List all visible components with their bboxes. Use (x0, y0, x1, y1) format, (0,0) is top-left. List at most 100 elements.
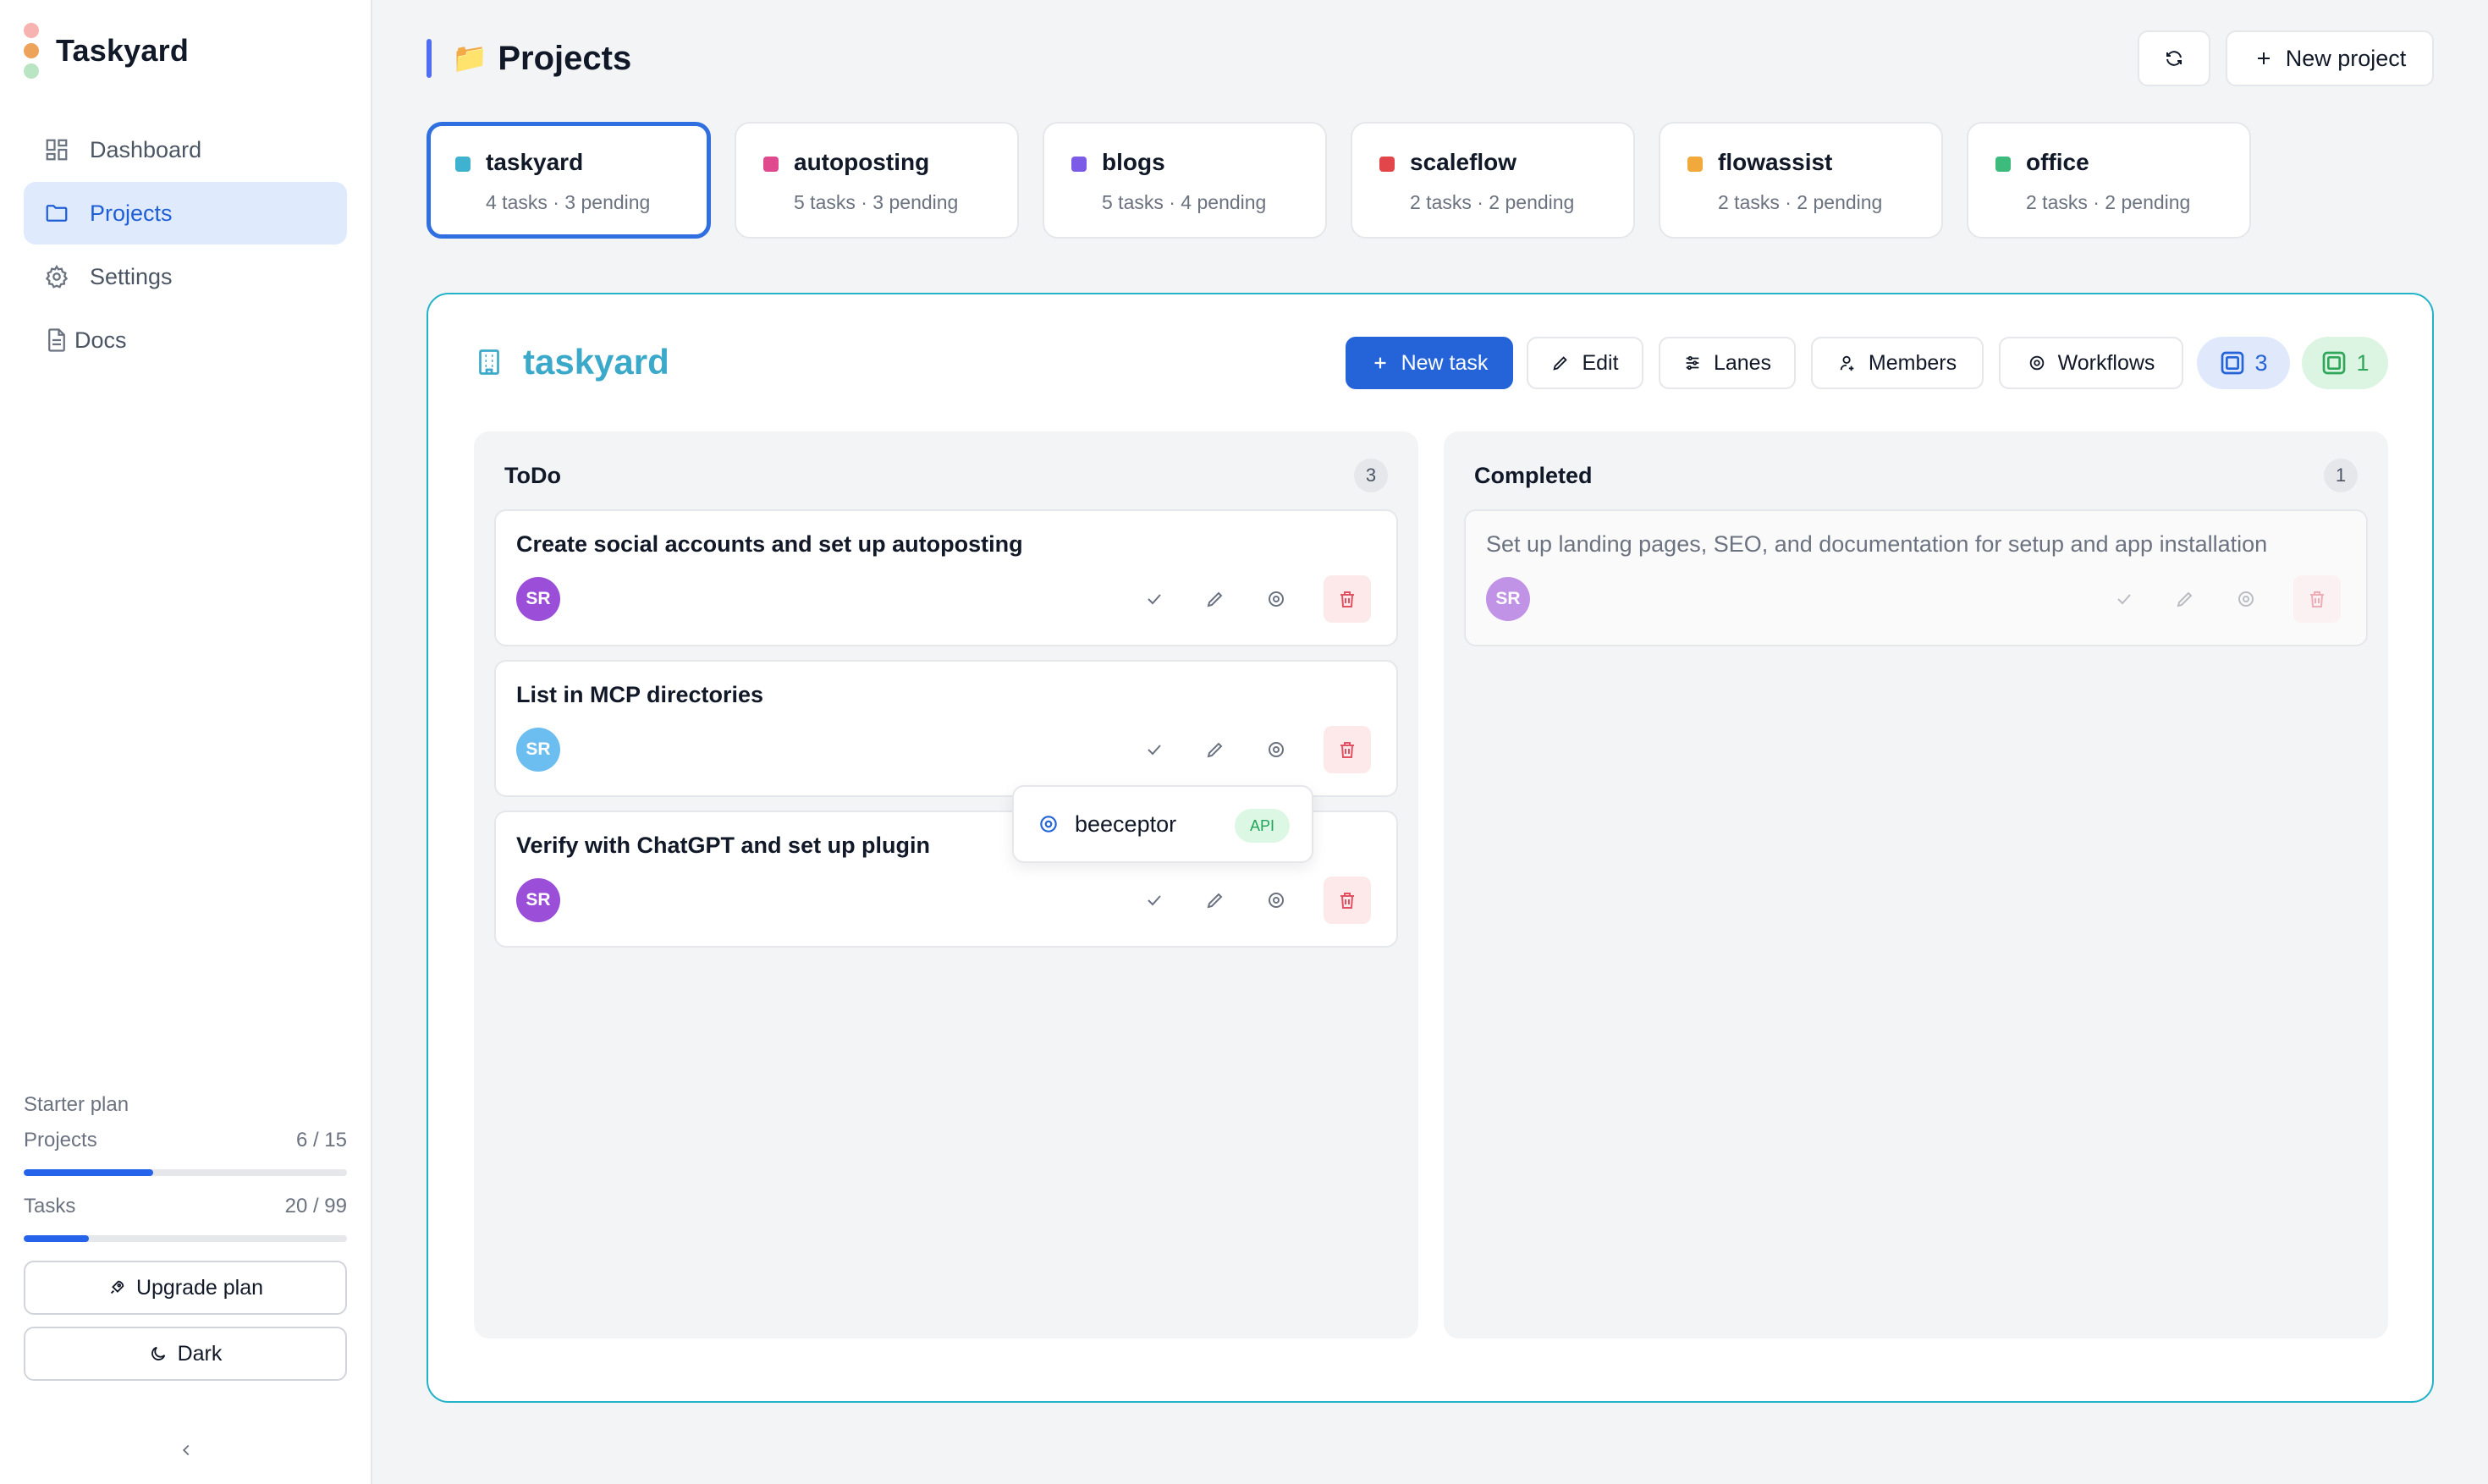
open-tasks-badge[interactable]: 3 (2197, 337, 2290, 389)
sidebar-item-dashboard[interactable]: Dashboard (24, 118, 347, 181)
project-name: scaleflow (1410, 149, 1517, 175)
edit-project-button[interactable]: Edit (1527, 337, 1643, 389)
task-workflow-button[interactable] (1252, 575, 1300, 623)
tasks-quota-value: 20 / 99 (284, 1195, 347, 1217)
task-workflow-button[interactable] (2222, 575, 2270, 623)
sidebar-item-label: Projects (90, 200, 173, 226)
new-task-button[interactable]: New task (1346, 337, 1513, 389)
task-title: Verify with ChatGPT and set up plugin (516, 833, 931, 858)
project-name: blogs (1102, 149, 1165, 175)
trash-icon (1340, 893, 1354, 909)
project-card-office[interactable]: office 2 tasks · 2 pending (1967, 122, 2251, 239)
workflow-popup[interactable]: beeceptor API (1012, 785, 1313, 863)
new-project-button[interactable]: New project (2226, 30, 2434, 86)
lane-todo: ToDo 3 Create social accounts and set up… (474, 431, 1418, 1338)
project-color-dot (1071, 157, 1087, 172)
plan-title: Starter plan (24, 1093, 129, 1116)
avatar[interactable]: SR (1486, 577, 1530, 621)
workflows-label: Workflows (2057, 350, 2155, 375)
task-card[interactable]: List in MCP directories SR (494, 660, 1398, 797)
refresh-icon (2166, 51, 2182, 66)
project-color-dot (1995, 157, 2011, 172)
trash-icon (2310, 591, 2324, 607)
tasks-quota: Tasks 20 / 99 (24, 1195, 347, 1218)
project-name: taskyard (486, 149, 584, 175)
project-card-blogs[interactable]: blogs 5 tasks · 4 pending (1043, 122, 1327, 239)
edit-task-button[interactable] (1192, 575, 1239, 623)
complete-task-button[interactable] (1131, 877, 1178, 924)
task-title: Set up landing pages, SEO, and documenta… (1486, 531, 2268, 557)
task-card[interactable]: Create social accounts and set up autopo… (494, 509, 1398, 646)
gear-icon (42, 262, 71, 291)
title-accent-bar (427, 39, 432, 78)
new-task-label: New task (1401, 350, 1489, 375)
trash-icon (1340, 742, 1354, 758)
folder-icon (42, 199, 71, 228)
members-button[interactable]: Members (1811, 337, 1984, 389)
delete-task-button[interactable] (1324, 575, 1371, 623)
lane-title: Completed (1474, 462, 1593, 488)
pencil-icon (1207, 893, 1223, 909)
lanes-label: Lanes (1713, 350, 1772, 375)
task-title: List in MCP directories (516, 682, 764, 707)
edit-task-button[interactable] (1192, 877, 1239, 924)
folder-emoji-icon: 📁 (452, 42, 488, 74)
sidebar-item-docs[interactable]: Docs (24, 309, 347, 371)
collapse-sidebar-button[interactable] (174, 1438, 198, 1462)
check-icon (2117, 594, 2131, 605)
gear-icon (2029, 355, 2044, 371)
sliders-icon (1686, 355, 1699, 371)
projects-quota-fill (24, 1169, 153, 1176)
project-card-scaleflow[interactable]: scaleflow 2 tasks · 2 pending (1351, 122, 1635, 239)
edit-task-button[interactable] (1192, 726, 1239, 773)
complete-task-button[interactable] (1131, 575, 1178, 623)
delete-task-button[interactable] (1324, 726, 1371, 773)
projects-quota-label: Projects (24, 1129, 97, 1151)
plus-icon (2257, 52, 2270, 64)
sidebar-item-projects[interactable]: Projects (24, 182, 347, 245)
project-meta: 4 tasks · 3 pending (486, 191, 651, 213)
task-workflow-button[interactable] (1252, 726, 1300, 773)
refresh-button[interactable] (2138, 30, 2210, 86)
delete-task-button[interactable] (1324, 877, 1371, 924)
complete-task-button[interactable] (2100, 575, 2148, 623)
task-workflow-button[interactable] (1252, 877, 1300, 924)
upgrade-plan-button[interactable]: Upgrade plan (24, 1261, 347, 1315)
projects-quota: Projects 6 / 15 (24, 1129, 347, 1152)
done-tasks-badge[interactable]: 1 (2302, 337, 2388, 389)
gear-icon (2238, 591, 2254, 607)
upgrade-plan-label: Upgrade plan (135, 1275, 264, 1300)
task-card[interactable]: Set up landing pages, SEO, and documenta… (1464, 509, 2368, 646)
lane-header: Completed 1 (1474, 459, 2358, 492)
new-project-label: New project (2285, 45, 2407, 71)
project-card-taskyard[interactable]: taskyard 4 tasks · 3 pending (427, 122, 711, 239)
dark-mode-button[interactable]: Dark (24, 1327, 347, 1381)
pencil-icon (1207, 742, 1223, 758)
project-name: autoposting (794, 149, 930, 175)
brand[interactable]: Taskyard (24, 19, 189, 83)
lane-count: 1 (2324, 459, 2358, 492)
project-meta: 2 tasks · 2 pending (1410, 191, 1575, 213)
sidebar-item-settings[interactable]: Settings (24, 245, 347, 308)
brand-name: Taskyard (56, 33, 190, 68)
projects-quota-value: 6 / 15 (295, 1129, 347, 1151)
lane-header: ToDo 3 (504, 459, 1388, 492)
avatar[interactable]: SR (516, 878, 560, 922)
sidebar: Taskyard Dashboard Projects Settings Doc… (0, 0, 372, 1484)
avatar[interactable]: SR (516, 728, 560, 772)
delete-task-button[interactable] (2293, 575, 2341, 623)
avatar[interactable]: SR (516, 577, 560, 621)
lanes-button[interactable]: Lanes (1659, 337, 1796, 389)
project-card-flowassist[interactable]: flowassist 2 tasks · 2 pending (1659, 122, 1943, 239)
plus-icon (1374, 357, 1386, 369)
complete-task-button[interactable] (1131, 726, 1178, 773)
project-color-dot (763, 157, 779, 172)
project-card-autoposting[interactable]: autoposting 5 tasks · 3 pending (735, 122, 1019, 239)
project-color-dot (1687, 157, 1703, 172)
trash-icon (1340, 591, 1354, 607)
edit-task-button[interactable] (2161, 575, 2209, 623)
lane-completed: Completed 1 Set up landing pages, SEO, a… (1444, 431, 2388, 1338)
workflows-button[interactable]: Workflows (1999, 337, 2183, 389)
api-badge: API (1234, 809, 1290, 843)
project-color-dot (455, 157, 471, 172)
